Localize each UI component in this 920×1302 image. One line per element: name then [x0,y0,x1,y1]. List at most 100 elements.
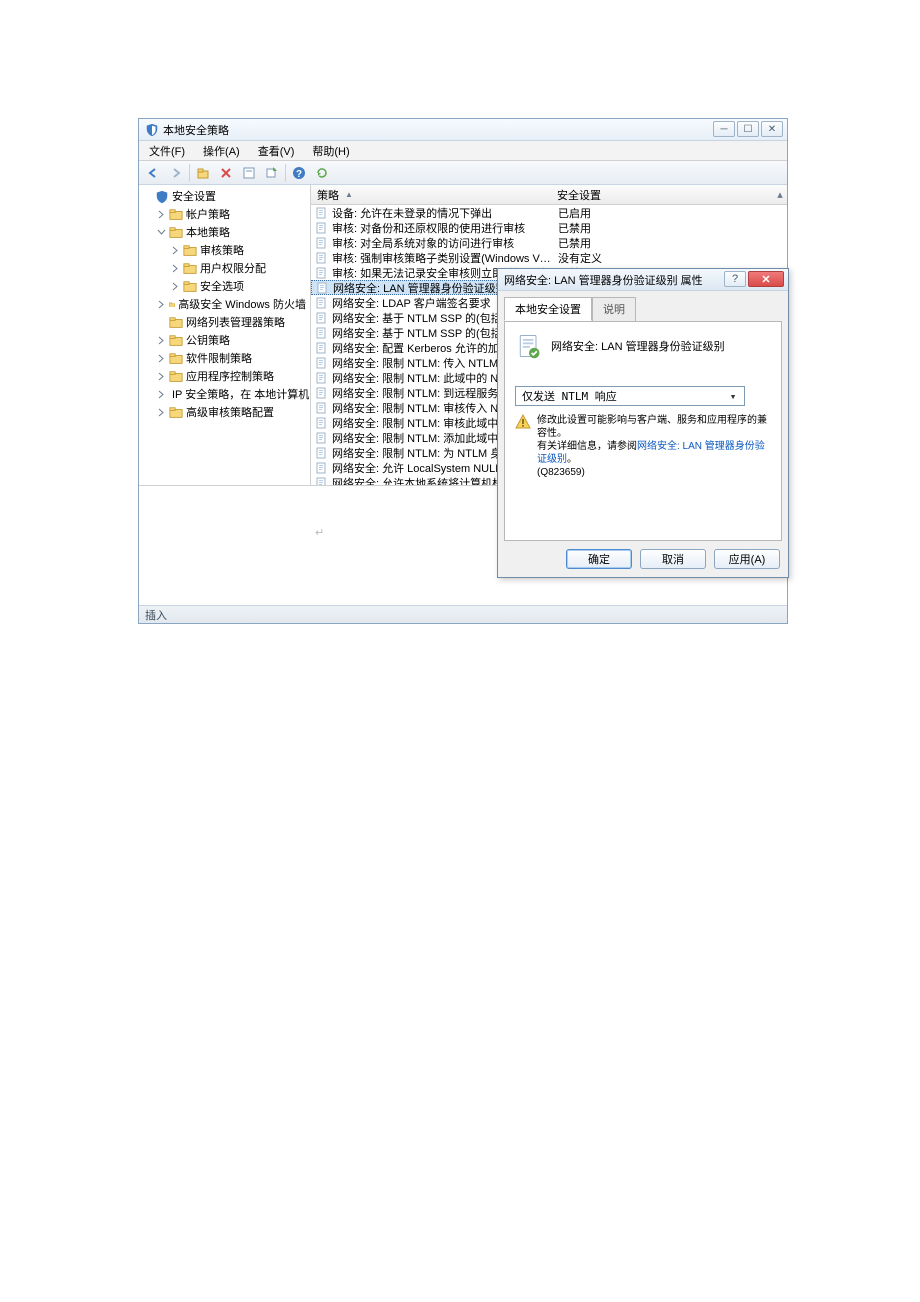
up-button[interactable] [193,163,213,183]
tree-item[interactable]: 用户权限分配 [139,259,310,277]
dialog-policy-label: 网络安全: LAN 管理器身份验证级别 [551,338,725,354]
select-value: 仅发送 NTLM 响应 [522,388,617,404]
status-mode: 插入 [145,607,167,623]
twisty-closed-icon[interactable] [157,408,166,417]
tree-pane[interactable]: 安全设置帐户策略本地策略审核策略用户权限分配安全选项高级安全 Windows 防… [139,185,311,485]
policy-item-icon [315,311,329,325]
folder-icon [183,262,197,274]
tree-label: 高级安全 Windows 防火墙 [178,296,306,312]
twisty-closed-icon[interactable] [157,300,166,309]
dialog-close-button[interactable]: ✕ [748,271,784,287]
twisty-open-icon[interactable] [157,228,166,237]
twisty-closed-icon[interactable] [157,318,166,327]
back-button[interactable] [143,163,163,183]
policy-item-icon [315,416,329,430]
policy-item-icon [315,266,329,280]
refresh-button[interactable] [312,163,332,183]
tree-item[interactable]: 审核策略 [139,241,310,259]
column-policy[interactable]: 策略 ▲ [311,187,551,203]
tree-item[interactable]: 应用程序控制策略 [139,367,310,385]
dialog-buttons: 确定 取消 应用(A) [498,547,788,577]
menu-help[interactable]: 帮助(H) [306,141,355,161]
menu-action[interactable]: 操作(A) [197,141,246,161]
policy-icon [515,332,543,360]
policy-row[interactable]: 审核: 强制审核策略子类别设置(Windows Vista 或更高版本...没有… [311,250,787,265]
titlebar[interactable]: 本地安全策略 ─ ☐ ✕ [139,119,787,141]
forward-button[interactable] [166,163,186,183]
delete-button[interactable] [216,163,236,183]
tree-item[interactable]: 软件限制策略 [139,349,310,367]
statusbar: 插入 [139,605,787,623]
column-setting[interactable]: 安全设置 [551,187,773,203]
list-header[interactable]: 策略 ▲ 安全设置 ▴ [311,185,787,205]
dialog-title: 网络安全: LAN 管理器身份验证级别 属性 [504,272,703,288]
chevron-down-icon: ▾ [726,390,740,403]
folder-icon [183,244,197,256]
help-button[interactable]: ? [289,163,309,183]
toolbar: ? [139,161,787,185]
dialog-titlebar[interactable]: 网络安全: LAN 管理器身份验证级别 属性 ? ✕ [498,269,788,291]
cursor-caret: ↵ [315,526,324,539]
auth-level-select[interactable]: 仅发送 NTLM 响应 ▾ [515,386,745,406]
ok-button[interactable]: 确定 [566,549,632,569]
tree-label: 软件限制策略 [186,350,252,366]
twisty-closed-icon[interactable] [157,336,166,345]
twisty-closed-icon[interactable] [157,210,166,219]
menu-file[interactable]: 文件(F) [143,141,191,161]
tree-item[interactable]: 安全选项 [139,277,310,295]
properties-button[interactable] [239,163,259,183]
policy-name: 设备: 允许在未登录的情况下弹出 [332,205,552,220]
tree-item[interactable]: 公钥策略 [139,331,310,349]
policy-setting: 没有定义 [552,250,787,265]
tab-explain[interactable]: 说明 [592,297,636,321]
cancel-button[interactable]: 取消 [640,549,706,569]
policy-item-icon [315,371,329,385]
tree-label: 应用程序控制策略 [186,368,274,384]
minimize-button[interactable]: ─ [713,121,735,137]
folder-icon [169,352,183,364]
window-title: 本地安全策略 [163,122,229,138]
apply-button[interactable]: 应用(A) [714,549,780,569]
export-button[interactable] [262,163,282,183]
policy-name: 审核: 对备份和还原权限的使用进行审核 [332,220,552,235]
twisty-closed-icon[interactable] [171,282,180,291]
twisty-closed-icon[interactable] [157,354,166,363]
twisty-closed-icon[interactable] [171,246,180,255]
shield-icon [145,123,159,137]
menu-view[interactable]: 查看(V) [252,141,301,161]
scroll-up-icon[interactable]: ▴ [773,188,787,201]
twisty-closed-icon[interactable] [171,264,180,273]
policy-setting: 已禁用 [552,235,787,250]
policy-row[interactable]: 审核: 对全局系统对象的访问进行审核已禁用 [311,235,787,250]
warning-icon [515,414,531,430]
policy-row[interactable]: 审核: 对备份和还原权限的使用进行审核已禁用 [311,220,787,235]
policy-name: 审核: 强制审核策略子类别设置(Windows Vista 或更高版本... [332,250,552,265]
folder-icon [169,406,183,418]
tree-item[interactable]: 高级安全 Windows 防火墙 [139,295,310,313]
tree-item[interactable]: 高级审核策略配置 [139,403,310,421]
dialog-help-button[interactable]: ? [724,271,746,287]
policy-item-icon [315,341,329,355]
policy-item-icon [315,296,329,310]
sort-asc-icon: ▲ [345,190,353,199]
policy-item-icon [315,476,329,486]
tree-label: IP 安全策略，在 本地计算机 [172,386,309,402]
policy-item-icon [315,446,329,460]
tree-item[interactable]: 帐户策略 [139,205,310,223]
dialog-tabs: 本地安全设置 说明 [498,291,788,321]
twisty-closed-icon[interactable] [157,390,166,399]
tree-root[interactable]: 安全设置 [139,187,310,205]
twisty-closed-icon[interactable] [157,372,166,381]
tree-label: 高级审核策略配置 [186,404,274,420]
policy-row[interactable]: 设备: 允许在未登录的情况下弹出已启用 [311,205,787,220]
tab-local-setting[interactable]: 本地安全设置 [504,297,592,321]
tree-item[interactable]: 网络列表管理器策略 [139,313,310,331]
tree-item[interactable]: IP 安全策略，在 本地计算机 [139,385,310,403]
tree-label: 安全设置 [172,188,216,204]
close-button[interactable]: ✕ [761,121,783,137]
dialog-body: 网络安全: LAN 管理器身份验证级别 仅发送 NTLM 响应 ▾ 修改此设置可… [504,321,782,541]
tree-label: 安全选项 [200,278,244,294]
maximize-button[interactable]: ☐ [737,121,759,137]
tree-item[interactable]: 本地策略 [139,223,310,241]
policy-item-icon [315,356,329,370]
